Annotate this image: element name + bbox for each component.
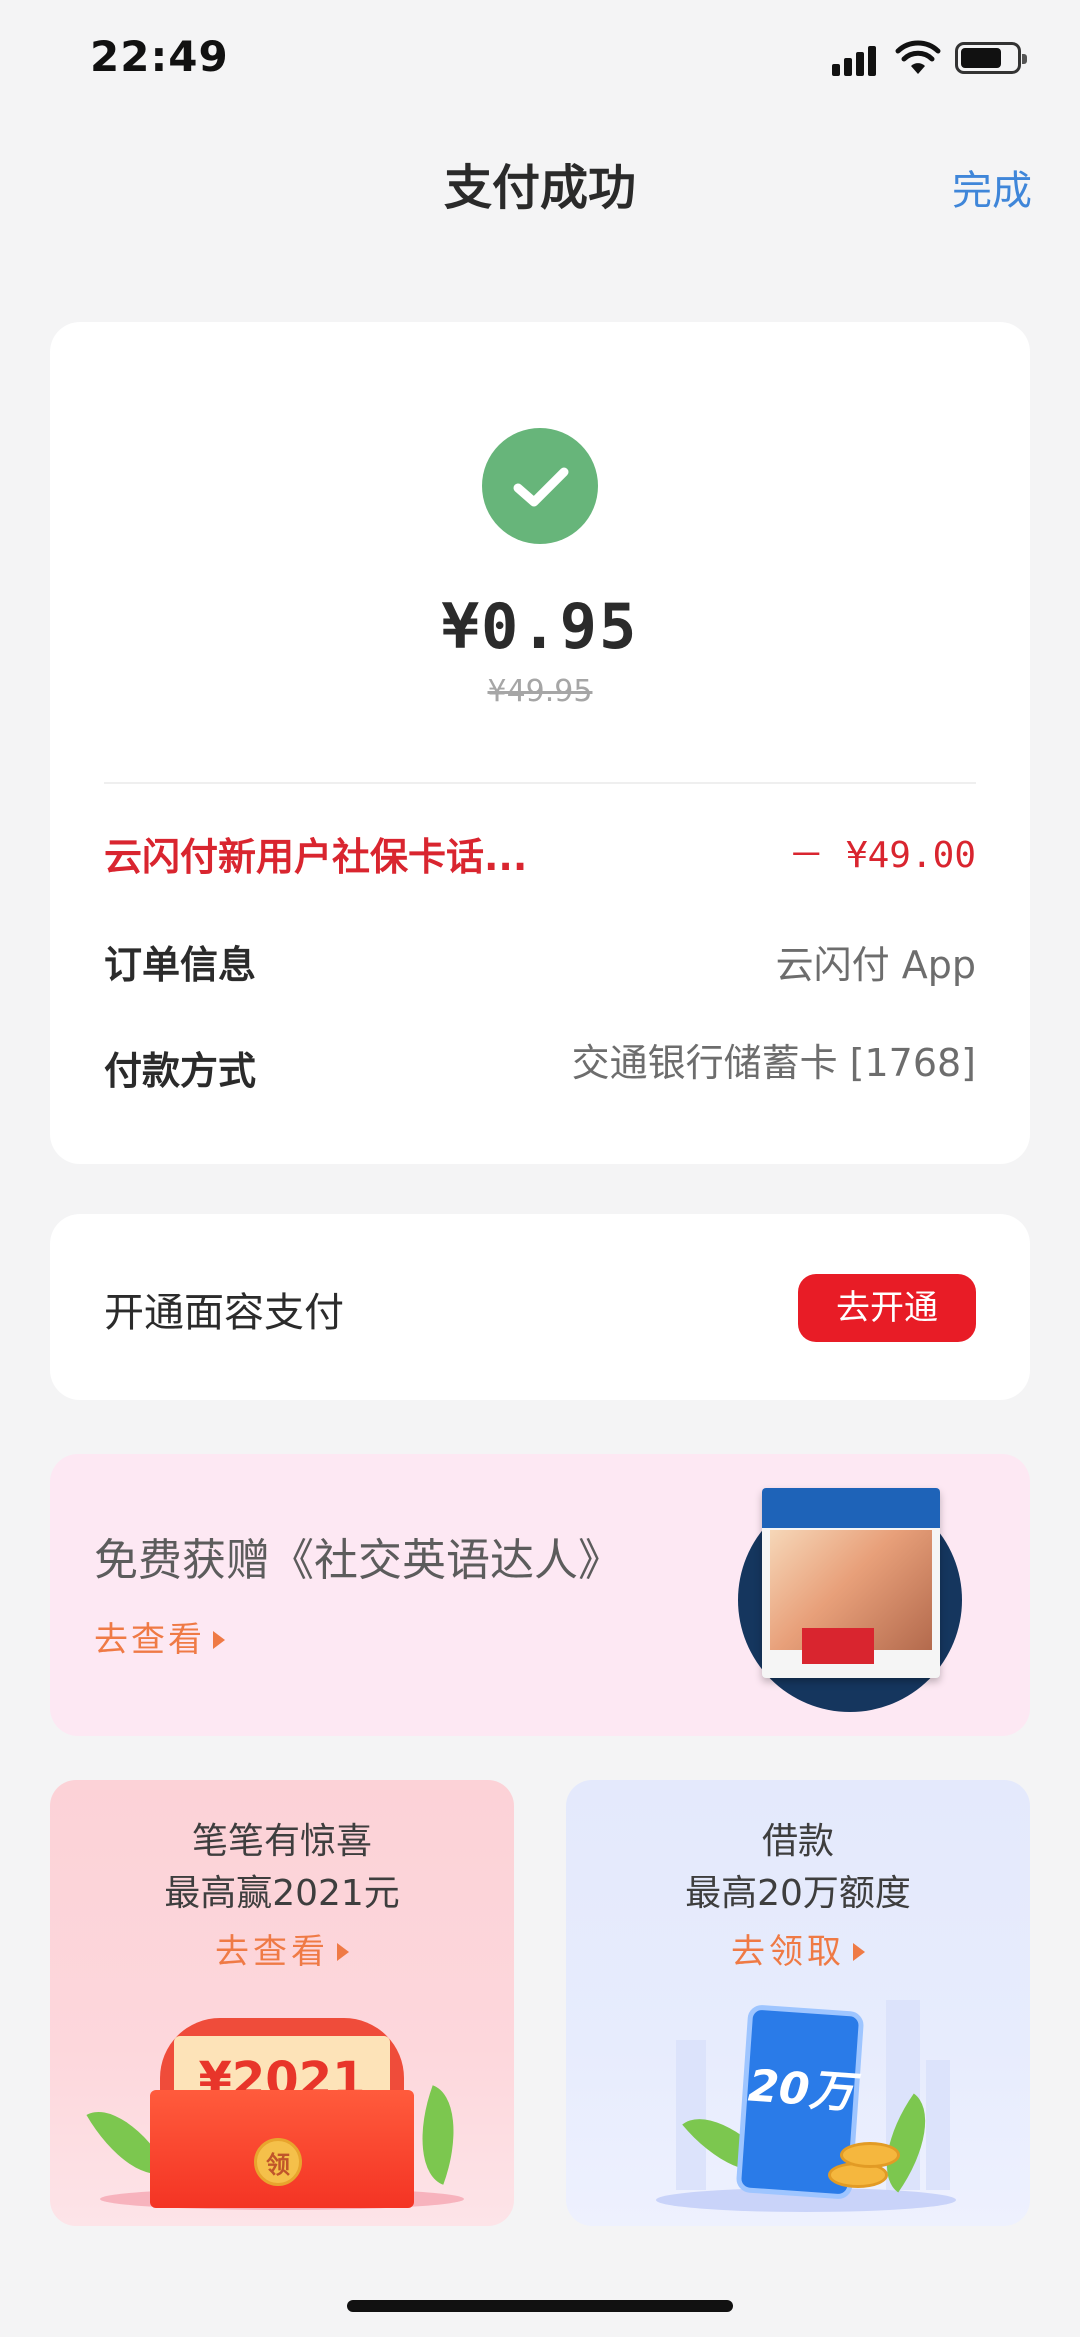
arrow-right-icon (337, 1943, 349, 1961)
order-info-label: 订单信息 (104, 943, 257, 987)
loan-promo-tile[interactable]: 借款 最高20万额度 去领取 20万 (566, 1780, 1030, 2226)
payment-summary-card: ¥0.95 ¥49.95 云闪付新用户社保卡话... － ¥49.00 订单信息… (50, 322, 1030, 1164)
divider (104, 782, 976, 784)
page-title: 支付成功 (443, 160, 636, 216)
promo-value: － ¥49.00 (788, 835, 976, 876)
banner-link-label: 去查看 (94, 1620, 205, 1660)
order-info-row: 订单信息 云闪付 App (104, 934, 976, 994)
tile-link[interactable]: 去查看 (50, 1924, 514, 1973)
gold-coin-icon (840, 2142, 900, 2168)
banner-link[interactable]: 去查看 (94, 1612, 225, 1661)
original-amount: ¥49.95 (487, 674, 593, 709)
signal-icon (832, 46, 876, 76)
arrow-right-icon (853, 1943, 865, 1961)
status-bar: 22:49 (0, 0, 1080, 120)
tile-subtitle: 最高20万额度 (685, 1873, 911, 1914)
status-time: 22:49 (90, 32, 229, 81)
payment-method-value: 交通银行储蓄卡 [1768] (571, 1041, 976, 1085)
enable-face-pay-button[interactable]: 去开通 (798, 1274, 976, 1342)
done-button[interactable]: 完成 (952, 158, 1032, 216)
tile-link-label: 去领取 (731, 1932, 845, 1972)
building-decoration (926, 2060, 950, 2190)
book-cover-image (762, 1488, 940, 1678)
payment-success-screen: 22:49 支付成功 完成 ¥0.95 ¥49.95 云闪付新用户社保卡话...… (0, 0, 1080, 2337)
payment-method-label: 付款方式 (104, 1049, 257, 1093)
coin-icon: 领 (254, 2138, 302, 2186)
wifi-icon (895, 40, 941, 74)
banner-title: 免费获赠《社交英语达人》 (94, 1535, 622, 1586)
lottery-promo-tile[interactable]: 笔笔有惊喜 最高赢2021元 去查看 ¥2021 领 (50, 1780, 514, 2226)
arrow-right-icon (213, 1631, 225, 1649)
promo-row[interactable]: 云闪付新用户社保卡话... － ¥49.00 (104, 826, 976, 886)
tile-subtitle: 最高赢2021元 (164, 1873, 400, 1914)
promo-banner[interactable]: 免费获赠《社交英语达人》 去查看 (50, 1454, 1030, 1736)
tile-title: 笔笔有惊喜 (191, 1821, 372, 1862)
face-pay-label: 开通面容支付 (104, 1290, 344, 1336)
promo-label: 云闪付新用户社保卡话... (104, 835, 528, 879)
check-icon (513, 467, 569, 507)
order-info-value: 云闪付 App (775, 943, 976, 987)
tile-link[interactable]: 去领取 (566, 1924, 1030, 1973)
success-badge (482, 428, 598, 544)
home-indicator[interactable] (347, 2300, 733, 2312)
payment-method-row: 付款方式 交通银行储蓄卡 [1768] (104, 1040, 976, 1100)
face-pay-card: 开通面容支付 去开通 (50, 1214, 1030, 1400)
paid-amount: ¥0.95 (441, 590, 639, 663)
tile-title: 借款 (761, 1821, 834, 1862)
battery-icon (955, 42, 1027, 74)
phone-amount-text: 20万 (746, 2060, 856, 2119)
tile-link-label: 去查看 (215, 1932, 329, 1972)
building-decoration (676, 2040, 706, 2190)
